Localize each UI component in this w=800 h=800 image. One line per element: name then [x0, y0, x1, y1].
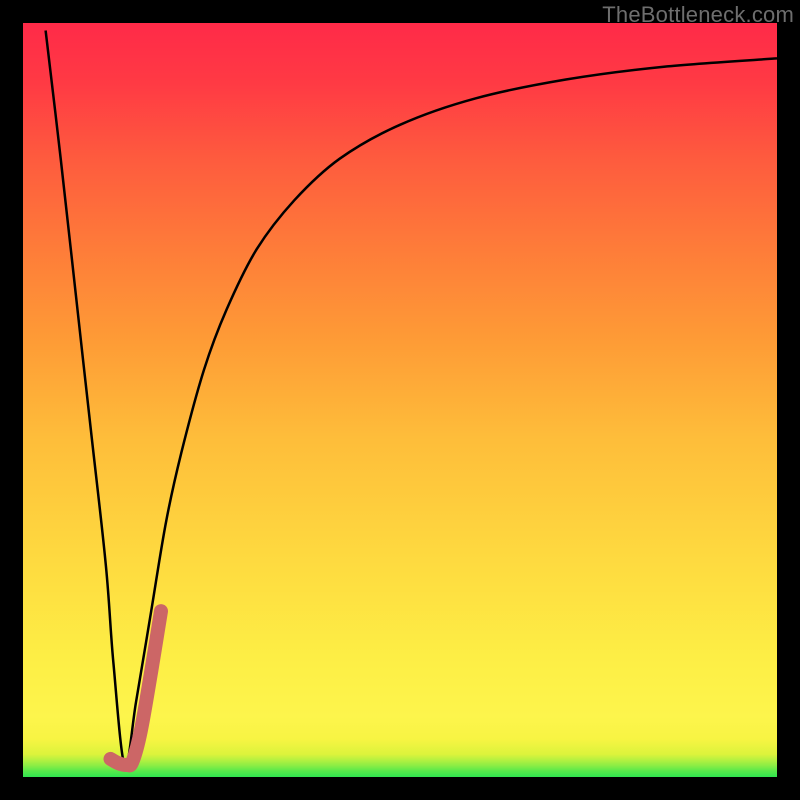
chart-container: TheBottleneck.com — [0, 0, 800, 800]
hook-overlay-path — [111, 611, 162, 765]
curve-group — [46, 31, 777, 767]
chart-svg — [23, 23, 777, 777]
watermark-text: TheBottleneck.com — [602, 2, 794, 28]
